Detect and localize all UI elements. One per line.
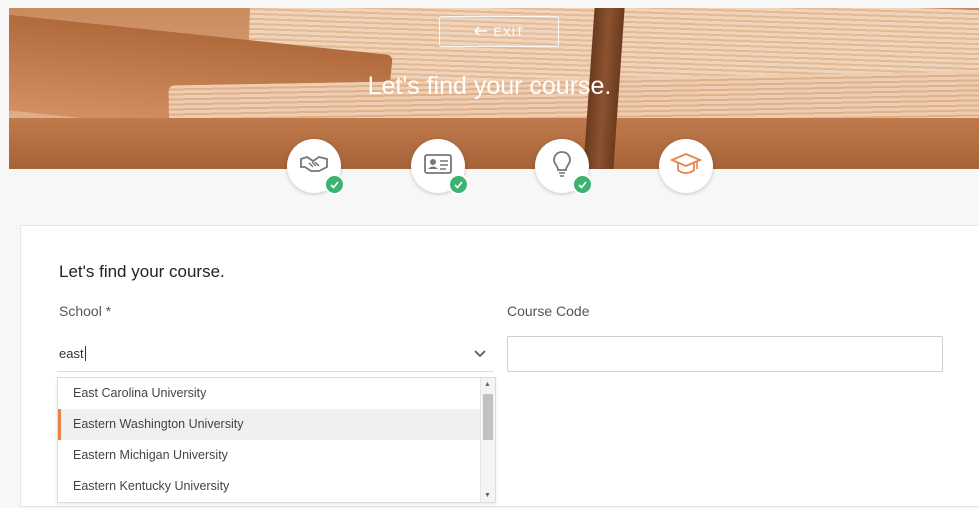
- arrow-left-icon: [473, 25, 488, 39]
- step-handshake[interactable]: [287, 139, 345, 195]
- lightbulb-icon: [552, 150, 572, 183]
- dropdown-option[interactable]: Eastern Kentucky University: [58, 471, 495, 502]
- scrollbar-thumb[interactable]: [483, 394, 493, 440]
- check-icon: [572, 174, 593, 195]
- scroll-down-icon[interactable]: ▼: [484, 492, 491, 499]
- exit-label: EXIT: [493, 24, 525, 39]
- form-title: Let's find your course.: [59, 262, 225, 281]
- dropdown-option[interactable]: Eastern Washington University: [58, 409, 495, 440]
- step-id-card[interactable]: [411, 139, 469, 195]
- course-form-card: Let's find your course. School * Course …: [20, 225, 979, 507]
- hero-title: Let's find your course.: [367, 72, 612, 100]
- school-dropdown: East Carolina University Eastern Washing…: [57, 377, 496, 503]
- school-input-value: east: [59, 346, 84, 361]
- school-label: School *: [59, 303, 112, 319]
- text-caret: [84, 346, 86, 361]
- step-graduation-cap[interactable]: [659, 139, 713, 193]
- course-code-input[interactable]: [507, 336, 943, 372]
- progress-steps: [0, 139, 979, 199]
- check-icon: [448, 174, 469, 195]
- course-code-label: Course Code: [507, 303, 590, 319]
- chevron-down-icon[interactable]: [474, 346, 486, 361]
- dropdown-option[interactable]: Eastern Michigan University: [58, 440, 495, 471]
- exit-button[interactable]: EXIT: [439, 16, 559, 47]
- school-input[interactable]: east: [57, 336, 494, 372]
- scroll-up-icon[interactable]: ▲: [484, 381, 491, 388]
- dropdown-scrollbar[interactable]: ▲ ▼: [480, 378, 495, 502]
- dropdown-option[interactable]: East Carolina University: [58, 378, 495, 409]
- handshake-icon: [299, 153, 329, 180]
- step-lightbulb[interactable]: [535, 139, 593, 195]
- check-icon: [324, 174, 345, 195]
- graduation-cap-icon: [669, 152, 703, 181]
- id-card-icon: [424, 153, 452, 180]
